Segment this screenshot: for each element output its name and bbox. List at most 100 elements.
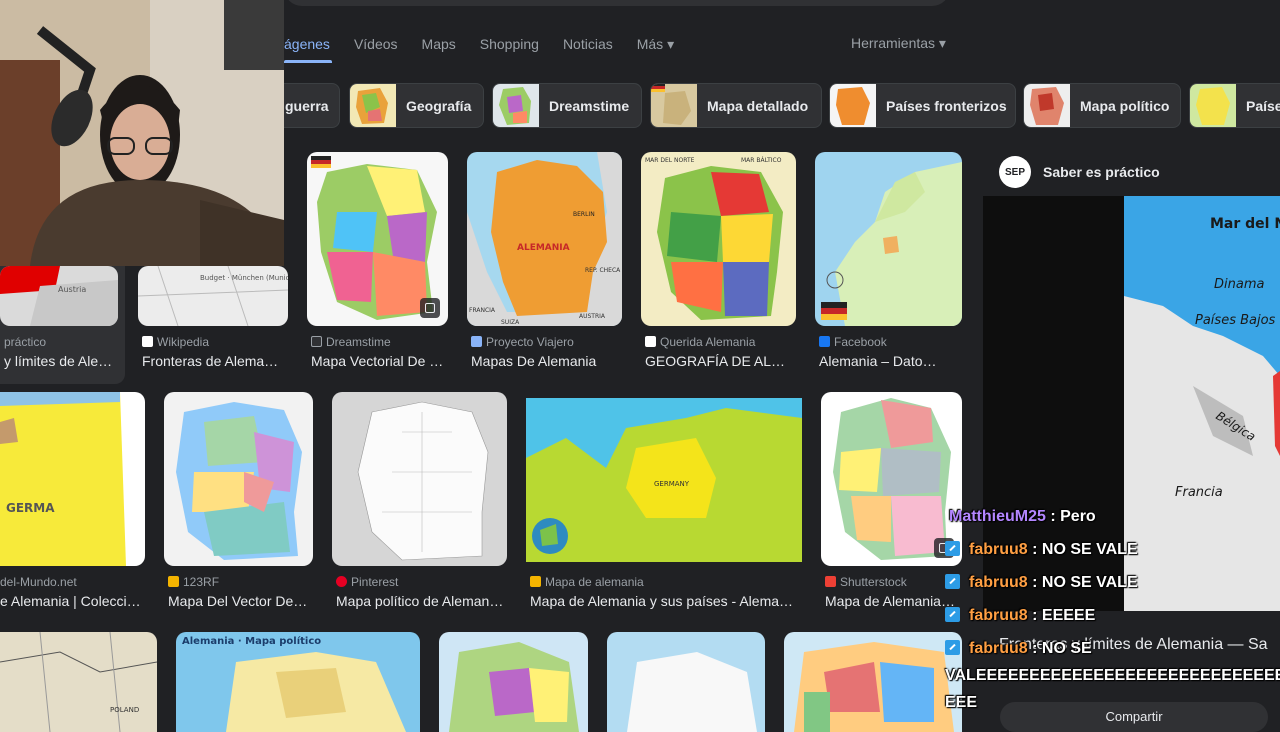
chat-message: MatthieuM25 : Pero: [949, 508, 1096, 526]
search-bar[interactable]: [284, 0, 950, 6]
germany-map-image: ALEMANIA BERLIN REP. CHECA AUSTRIA SUIZA FRAN…: [467, 152, 622, 326]
map-label: GERMA: [6, 501, 55, 515]
tab-more[interactable]: Más ▾: [637, 36, 674, 53]
germany-map-image: POLAND: [0, 632, 157, 732]
pinterest-icon: [336, 576, 347, 587]
result-image[interactable]: [821, 392, 962, 566]
chat-username: fabruu8: [969, 574, 1028, 591]
map-label: ALEMANIA: [517, 243, 570, 253]
map-thumbnail-icon: [830, 84, 876, 127]
europe-map-image: [815, 152, 962, 326]
map-label: MAR BÁLTICO: [741, 157, 782, 164]
result-title[interactable]: Mapa Del Vector De…: [168, 593, 313, 609]
wikipedia-icon: [142, 336, 153, 347]
result-image[interactable]: MAR DEL NORTE MAR BÁLTICO: [641, 152, 796, 326]
map-thumbnail-icon: [493, 84, 539, 127]
chat-username: fabruu8: [969, 607, 1028, 624]
chip-label: guerra: [285, 97, 329, 114]
map-label: REP. CHECA: [585, 267, 621, 274]
tools-button[interactable]: Herramientas ▾: [851, 35, 946, 52]
proyecto-viajero-icon: [471, 336, 482, 347]
result-title[interactable]: Mapa político de Aleman…: [336, 593, 506, 609]
germany-map-image: [784, 632, 962, 732]
result-source: 123RF: [168, 575, 313, 589]
result-image[interactable]: Budget · München (Munich) · Austria: [138, 266, 288, 326]
result-image[interactable]: [307, 152, 448, 326]
svg-text:Austria: Austria: [58, 285, 86, 294]
result-image[interactable]: [607, 632, 765, 732]
facebook-icon: [819, 336, 830, 347]
result-title[interactable]: Fronteras de Alema…: [142, 353, 288, 369]
result-image[interactable]: GERMA: [0, 392, 145, 566]
chip-label: Paíse: [1246, 97, 1280, 114]
chat-text: : NO SE: [1032, 640, 1092, 657]
chat-message: fabruu8 : NO SE VALE: [945, 541, 1138, 559]
map-thumbnail-icon: [350, 84, 396, 127]
channel-logo[interactable]: SEP: [999, 156, 1031, 188]
shutterstock-icon: [825, 576, 836, 587]
result-source: Facebook: [819, 335, 962, 349]
mapa-de-alemania-icon: [530, 576, 541, 587]
result-title[interactable]: Mapas De Alemania: [471, 353, 621, 369]
querida-alemania-icon: [645, 336, 656, 347]
moderator-badge-icon: [945, 607, 960, 622]
germany-map-image: [607, 632, 765, 732]
image-badge-icon: [420, 298, 440, 318]
result-title[interactable]: e Alemania | Colecci…: [0, 593, 145, 609]
result-title[interactable]: Alemania – Dato…: [819, 353, 962, 369]
chip-label: Mapa detallado: [707, 97, 809, 114]
tab-maps[interactable]: Maps: [422, 36, 456, 52]
chat-username: fabruu8: [969, 640, 1028, 657]
dreamstime-icon: [311, 336, 322, 347]
result-title[interactable]: y límites de Ale…: [4, 353, 120, 369]
result-image[interactable]: [164, 392, 313, 566]
chat-text: : Pero: [1050, 508, 1096, 525]
map-thumbnail-icon: [1190, 84, 1236, 127]
result-title[interactable]: Mapa de Alemania…: [825, 593, 962, 609]
chip-dreamstime[interactable]: Dreamstime: [492, 83, 642, 128]
share-button[interactable]: Compartir: [1000, 702, 1268, 732]
result-title[interactable]: Mapa Vectorial De …: [311, 353, 448, 369]
chip-paises-fronterizos[interactable]: Países fronterizos: [829, 83, 1016, 128]
tab-videos[interactable]: Vídeos: [354, 36, 398, 52]
europe-map-image: GERMANY: [526, 398, 802, 562]
result-image[interactable]: [815, 152, 962, 326]
tab-news[interactable]: Noticias: [563, 36, 613, 52]
channel-name[interactable]: Saber es práctico: [1043, 164, 1160, 180]
map-label: FRANCIA: [469, 307, 496, 314]
123rf-icon: [168, 576, 179, 587]
result-image[interactable]: [439, 632, 588, 732]
chip-mapa-politico[interactable]: Mapa político: [1023, 83, 1181, 128]
chip-label: Mapa político: [1080, 97, 1170, 114]
tab-shopping[interactable]: Shopping: [480, 36, 539, 52]
map-label: Mar del Norte: [1210, 216, 1280, 232]
chat-username: MatthieuM25: [949, 508, 1046, 525]
map-label: Francia: [1175, 485, 1223, 500]
result-image[interactable]: [784, 632, 962, 732]
result-image[interactable]: [332, 392, 507, 566]
map-label: MAR DEL NORTE: [645, 157, 695, 164]
map-thumbnail-icon: [651, 84, 697, 127]
result-image[interactable]: Austria: [0, 266, 118, 326]
map-thumbnail-icon: [1024, 84, 1070, 127]
result-title[interactable]: Mapa de Alemania y sus países - Alema…: [530, 593, 800, 609]
share-label: Compartir: [1105, 709, 1163, 724]
result-title[interactable]: GEOGRAFÍA DE AL…: [645, 353, 795, 369]
map-label: Dinama: [1214, 277, 1264, 292]
result-image[interactable]: Alemania · Mapa político: [176, 632, 420, 732]
tab-images[interactable]: ágenes: [284, 36, 330, 52]
chip-geografia[interactable]: Geografía: [349, 83, 484, 128]
chat-text: VALEEEEEEEEEEEEEEEEEEEEEEEEEEEEEEEE: [945, 667, 1280, 684]
result-image[interactable]: GERMANY: [526, 398, 802, 562]
chip-mapa-detallado[interactable]: Mapa detallado: [650, 83, 822, 128]
active-tab-indicator: [284, 60, 332, 63]
webcam-overlay: [0, 0, 284, 266]
map-label: SUIZA: [501, 319, 520, 326]
chip-paises[interactable]: Paíse: [1189, 83, 1280, 128]
chat-message: fabruu8 : NO SE VALE: [945, 574, 1138, 592]
result-image[interactable]: POLAND: [0, 632, 157, 732]
map-label: GERMANY: [654, 480, 690, 488]
result-source: Pinterest: [336, 575, 506, 589]
map-label: Países Bajos: [1195, 313, 1276, 328]
result-image[interactable]: ALEMANIA BERLIN REP. CHECA AUSTRIA SUIZA FRAN…: [467, 152, 622, 326]
